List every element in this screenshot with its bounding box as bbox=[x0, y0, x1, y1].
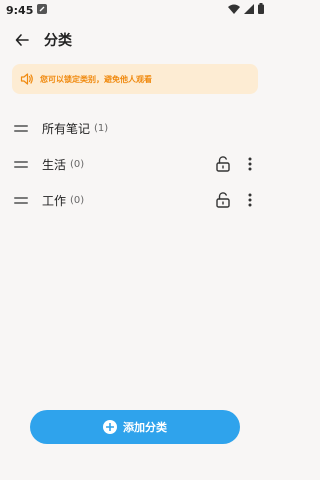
tip-text: 您可以锁定类别，避免他人观看 bbox=[40, 74, 152, 84]
drag-handle-icon[interactable] bbox=[14, 124, 28, 132]
more-vertical-icon[interactable] bbox=[244, 191, 256, 209]
status-left: 9:45 bbox=[6, 3, 48, 17]
drag-handle-icon[interactable] bbox=[14, 160, 28, 168]
category-count: (1) bbox=[94, 122, 109, 134]
category-row-all-notes[interactable]: 所有笔记 (1) bbox=[0, 110, 270, 146]
category-name: 生活 bbox=[42, 157, 67, 172]
back-button[interactable] bbox=[12, 30, 32, 50]
category-count: (0) bbox=[70, 158, 85, 170]
add-category-label: 添加分类 bbox=[123, 421, 167, 434]
more-vertical-icon[interactable] bbox=[244, 155, 256, 173]
battery-icon bbox=[258, 3, 264, 17]
signal-icon bbox=[244, 3, 254, 17]
wifi-icon bbox=[228, 4, 240, 17]
unlock-icon[interactable] bbox=[214, 155, 232, 173]
app-bar: 分类 bbox=[0, 20, 270, 60]
category-row-life[interactable]: 生活 (0) bbox=[0, 146, 270, 182]
category-name: 所有笔记 bbox=[42, 121, 91, 136]
add-category-button[interactable]: 添加分类 bbox=[30, 410, 240, 444]
status-right bbox=[228, 3, 264, 17]
lock-tip-banner: 您可以锁定类别，避免他人观看 bbox=[12, 64, 258, 94]
speaker-icon bbox=[20, 73, 33, 85]
category-list: 所有笔记 (1) 生活 (0) 工作 (0) bbox=[0, 110, 270, 218]
drag-handle-icon[interactable] bbox=[14, 196, 28, 204]
unlock-icon[interactable] bbox=[214, 191, 232, 209]
category-name: 工作 bbox=[42, 193, 67, 208]
status-time: 9:45 bbox=[6, 3, 34, 17]
arrow-left-icon bbox=[15, 34, 29, 46]
plus-circle-icon bbox=[103, 420, 117, 434]
page-title: 分类 bbox=[44, 33, 72, 49]
category-row-work[interactable]: 工作 (0) bbox=[0, 182, 270, 218]
notification-icon bbox=[37, 3, 48, 17]
category-count: (0) bbox=[70, 194, 85, 206]
status-bar: 9:45 bbox=[0, 0, 270, 20]
